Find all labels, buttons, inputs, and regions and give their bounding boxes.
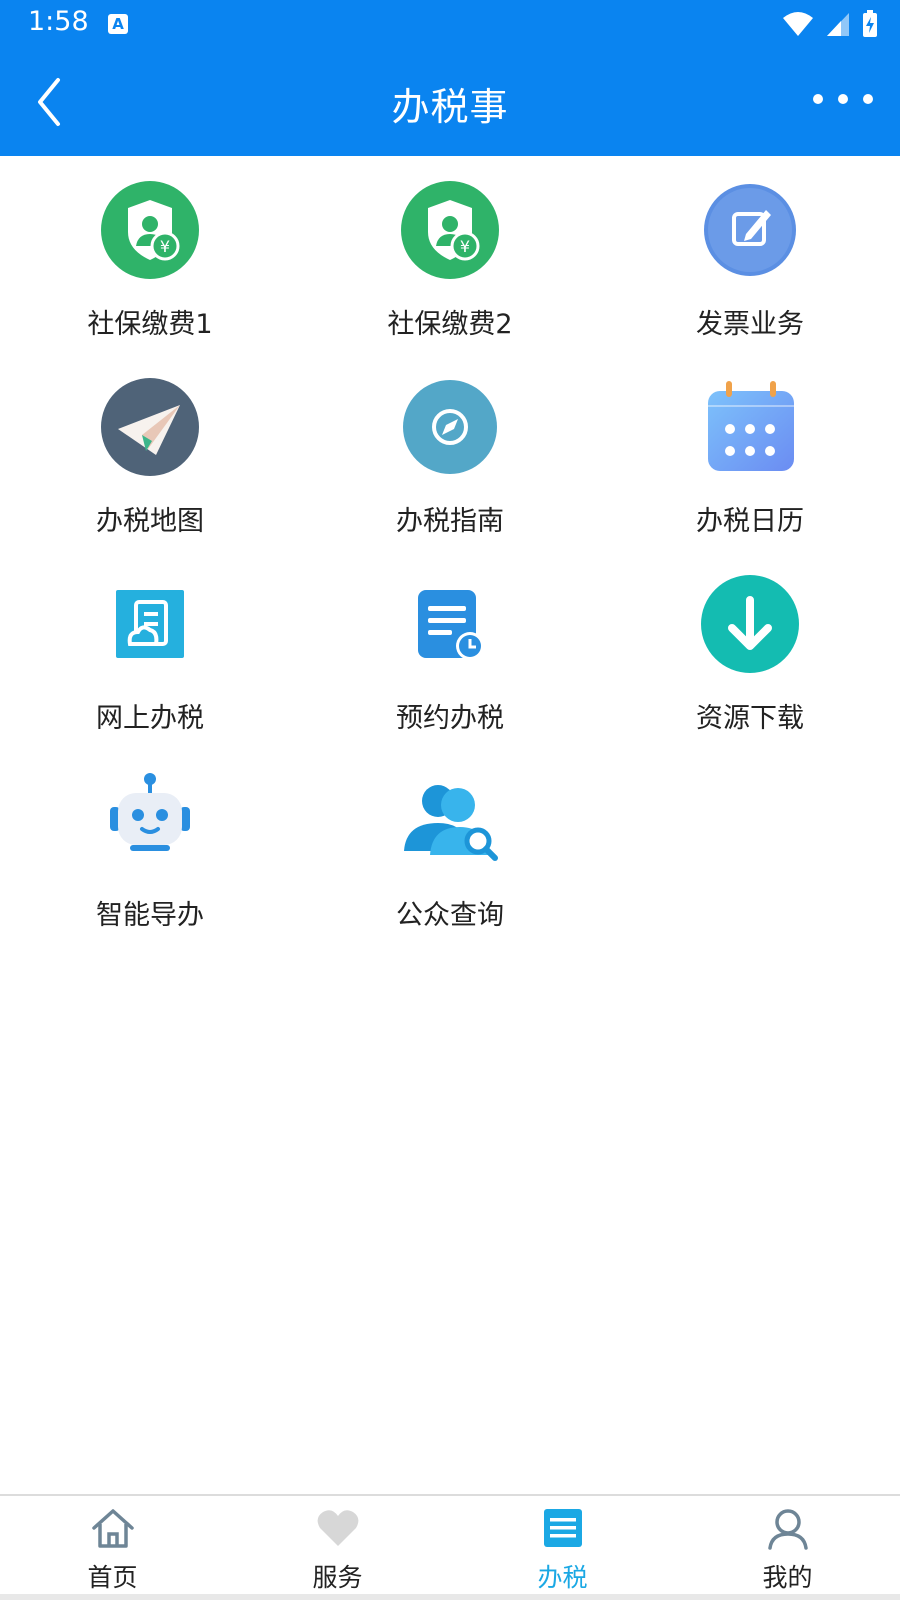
grid-item-tax-map[interactable]: 办税地图	[0, 353, 300, 553]
grid-item-smart-guide[interactable]: 智能导办	[0, 747, 300, 947]
tab-services[interactable]: 服务	[225, 1496, 450, 1602]
social-insurance-icon: ¥	[401, 181, 499, 279]
tab-label: 服务	[312, 1563, 363, 1592]
tab-label: 首页	[87, 1563, 138, 1592]
heart-icon	[317, 1510, 359, 1546]
social-insurance-icon: ¥	[101, 181, 199, 279]
more-dots-icon	[813, 94, 873, 104]
grid-item-label: 社保缴费1	[87, 309, 213, 340]
online-document-icon	[116, 590, 184, 658]
grid-item-label: 发票业务	[696, 309, 804, 340]
notification-icon: A	[108, 14, 128, 34]
download-icon	[701, 575, 799, 673]
appointment-document-icon	[418, 590, 484, 660]
svg-text:¥: ¥	[460, 237, 470, 256]
tab-home[interactable]: 首页	[0, 1496, 225, 1602]
grid-item-label: 办税日历	[696, 506, 804, 537]
bottom-tab-bar: 首页 服务 办税 我的	[0, 1494, 900, 1602]
status-bar: 1:58 A	[0, 0, 900, 48]
grid-item-label: 预约办税	[396, 703, 504, 734]
grid-item-social-insurance-1[interactable]: ¥ 社保缴费1	[0, 156, 300, 356]
grid-item-appointment[interactable]: 预约办税	[300, 550, 600, 750]
svg-text:¥: ¥	[160, 237, 170, 256]
paper-plane-icon	[101, 378, 199, 476]
grid-item-label: 社保缴费2	[387, 309, 513, 340]
grid-item-label: 办税指南	[396, 506, 504, 537]
tab-label: 办税	[537, 1563, 588, 1592]
grid-item-social-insurance-2[interactable]: ¥ 社保缴费2	[300, 156, 600, 356]
calendar-icon	[708, 381, 794, 471]
tab-mine[interactable]: 我的	[675, 1496, 900, 1602]
status-time: 1:58	[28, 6, 89, 37]
tab-label: 我的	[762, 1563, 813, 1592]
tab-tax[interactable]: 办税	[450, 1496, 675, 1602]
battery-icon	[863, 10, 877, 37]
app-bar: 办税事	[0, 48, 900, 156]
grid-item-invoice[interactable]: 发票业务	[600, 156, 900, 356]
page-title: 办税事	[391, 85, 509, 129]
people-search-icon	[404, 785, 498, 861]
grid-item-download[interactable]: 资源下载	[600, 550, 900, 750]
grid-item-online-tax[interactable]: 网上办税	[0, 550, 300, 750]
grid-item-label: 网上办税	[96, 703, 204, 734]
grid-item-label: 资源下载	[696, 703, 804, 734]
compass-icon	[403, 380, 497, 474]
home-icon	[92, 1509, 134, 1548]
invoice-edit-icon	[704, 184, 796, 276]
grid-item-tax-guide[interactable]: 办税指南	[300, 353, 600, 553]
bottom-divider	[0, 1594, 900, 1600]
wifi-icon	[783, 12, 813, 36]
status-icons	[782, 10, 878, 38]
signal-icon	[827, 13, 849, 36]
grid-item-label: 智能导办	[96, 900, 204, 931]
more-options-button[interactable]	[810, 86, 876, 112]
robot-icon	[110, 773, 190, 851]
grid-item-public-query[interactable]: 公众查询	[300, 747, 600, 947]
grid-item-label: 办税地图	[96, 506, 204, 537]
grid-item-tax-calendar[interactable]: 办税日历	[600, 353, 900, 553]
user-icon	[768, 1509, 808, 1550]
list-icon	[544, 1509, 582, 1547]
grid-item-label: 公众查询	[396, 900, 504, 931]
